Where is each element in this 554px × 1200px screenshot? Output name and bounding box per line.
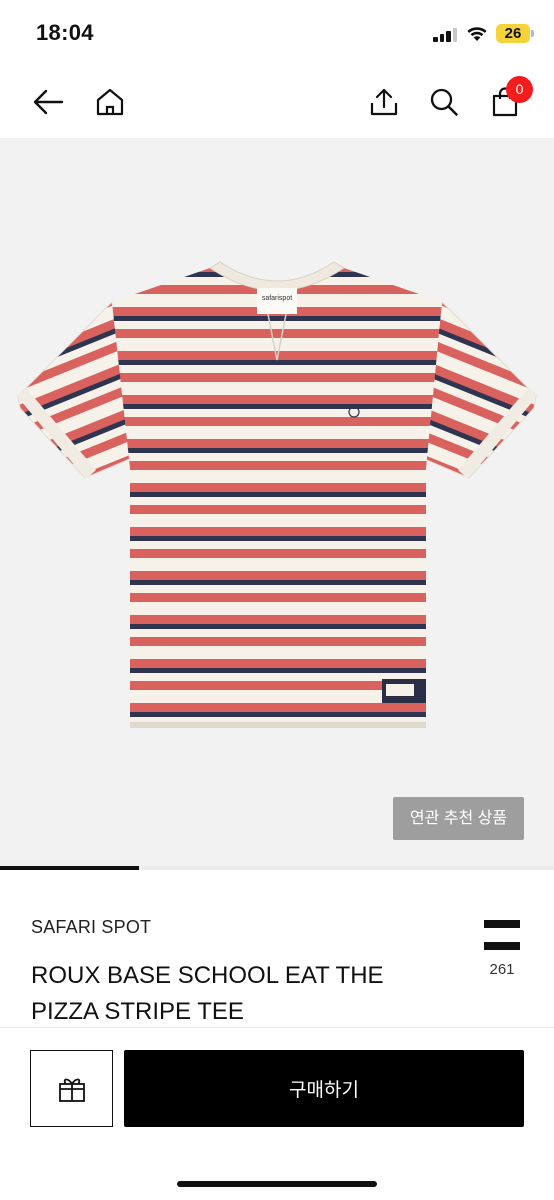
neck-label-text: safarispot	[262, 295, 292, 302]
brand-name[interactable]: SAFARI SPOT	[31, 917, 151, 938]
striped-tee-image: safarispot	[16, 261, 538, 728]
home-indicator	[177, 1181, 377, 1187]
status-bar: 18:04 26	[0, 0, 554, 66]
signal-icon	[433, 28, 459, 42]
search-icon	[430, 88, 458, 116]
progress-fill	[0, 866, 139, 870]
cart-count-badge: 0	[506, 76, 533, 103]
top-navigation	[0, 66, 554, 138]
share-button[interactable]	[360, 78, 408, 126]
product-title: ROUX BASE SCHOOL EAT THE PIZZA STRIPE TE…	[31, 962, 384, 1025]
product-image[interactable]: safarispot 연관 추천 상품	[0, 138, 554, 866]
buy-button[interactable]: 구매하기	[124, 1050, 524, 1127]
back-button[interactable]	[24, 78, 72, 126]
gift-icon	[58, 1078, 85, 1102]
related-products-button[interactable]: 연관 추천 상품	[393, 797, 524, 840]
back-arrow-icon	[33, 89, 64, 115]
share-icon	[370, 88, 398, 116]
search-button[interactable]	[420, 78, 468, 126]
status-time: 18:04	[36, 20, 94, 45]
battery-tip	[531, 30, 534, 37]
battery-icon: 26	[496, 24, 530, 43]
like-count: 261	[489, 961, 515, 978]
wifi-icon	[466, 25, 488, 42]
home-icon	[96, 88, 124, 116]
like-icon[interactable]	[484, 920, 520, 950]
image-carousel-progress	[0, 866, 554, 870]
home-button[interactable]	[86, 78, 134, 126]
gift-button[interactable]	[30, 1050, 113, 1127]
